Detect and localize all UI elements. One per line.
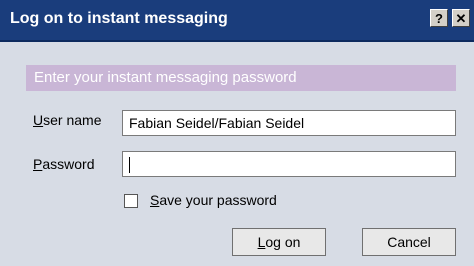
password-accesskey: P <box>33 156 43 172</box>
save-password-label[interactable]: Save your password <box>150 192 277 208</box>
save-password-label-text: ave your password <box>159 192 277 208</box>
username-value: Fabian Seidel/Fabian Seidel <box>129 115 305 131</box>
username-label-text: ser name <box>43 112 102 128</box>
username-field[interactable]: Fabian Seidel/Fabian Seidel <box>122 110 456 136</box>
save-password-accesskey: S <box>150 192 160 208</box>
dialog-title: Log on to instant messaging <box>10 10 228 27</box>
password-label-text: assword <box>42 156 95 172</box>
close-button[interactable]: ✕ <box>452 9 470 27</box>
text-caret <box>129 157 130 174</box>
logon-dialog: Log on to instant messaging ? ✕ Enter yo… <box>0 0 474 266</box>
save-password-checkbox[interactable] <box>124 194 138 208</box>
password-field[interactable] <box>122 151 456 177</box>
username-label: User name <box>33 112 101 128</box>
form-header: Enter your instant messaging password <box>34 69 297 86</box>
log-on-label: og on <box>265 234 301 250</box>
title-bar[interactable]: Log on to instant messaging ? ✕ <box>0 0 474 42</box>
username-accesskey: U <box>33 112 44 128</box>
help-button[interactable]: ? <box>430 9 448 27</box>
password-label: Password <box>33 156 94 172</box>
log-on-button[interactable]: Log on <box>232 228 326 256</box>
cancel-button[interactable]: Cancel <box>362 228 456 256</box>
